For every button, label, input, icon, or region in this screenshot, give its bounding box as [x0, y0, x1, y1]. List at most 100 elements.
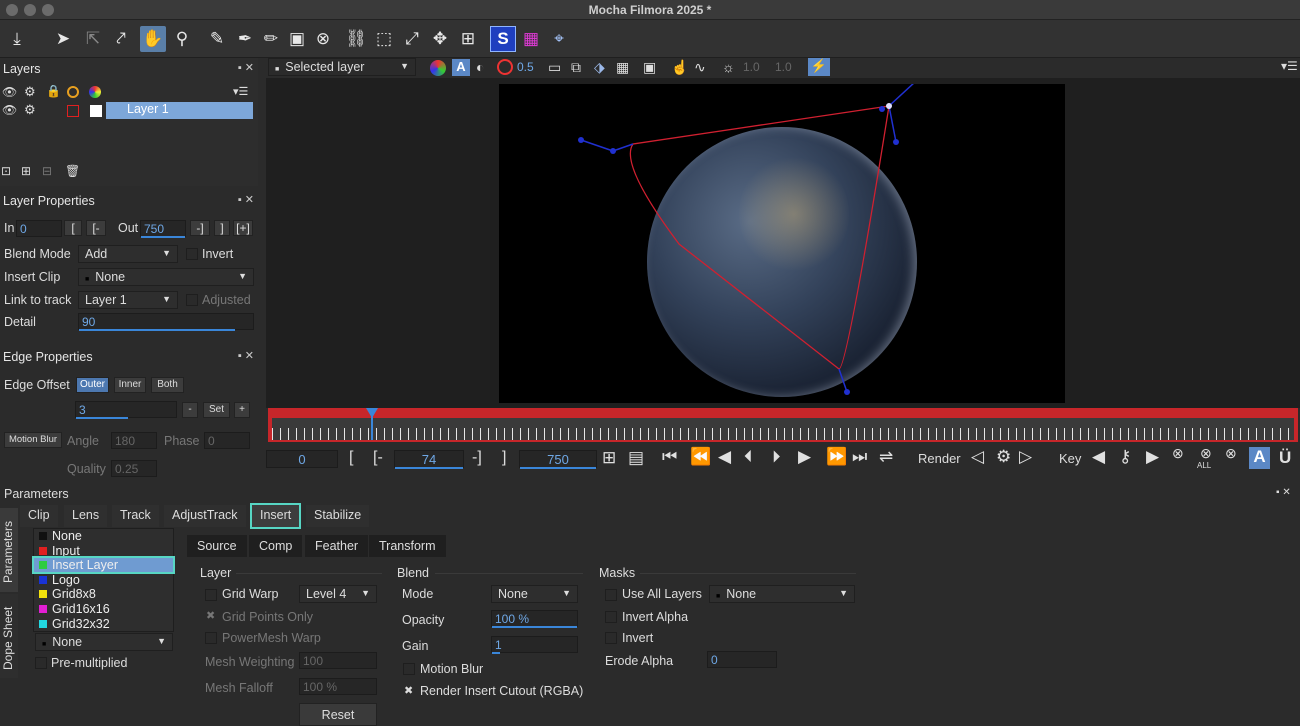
layer-properties-close-icon[interactable]: ▪ ✕: [238, 193, 254, 206]
tab-clip[interactable]: Clip: [20, 505, 58, 527]
step-forward-key-icon[interactable]: ⏩: [826, 447, 847, 467]
step-backward-icon[interactable]: ⏴: [744, 447, 753, 467]
transform-icon[interactable]: ⬚: [371, 26, 397, 52]
fit-view-icon[interactable]: ⌖: [546, 26, 572, 52]
tab-track[interactable]: Track: [112, 505, 159, 527]
quality-field[interactable]: 0.25: [111, 460, 157, 477]
phase-field[interactable]: 0: [204, 432, 250, 449]
layer-matte-swatch[interactable]: [90, 105, 102, 117]
subtab-transform[interactable]: Transform: [369, 535, 446, 557]
tracking-spline-overlay[interactable]: [499, 84, 1065, 403]
subtab-feather[interactable]: Feather: [305, 535, 369, 557]
invert-alpha-checkbox[interactable]: [605, 611, 617, 623]
use-all-layers-dropdown[interactable]: ■ None: [709, 585, 855, 603]
edge-offset-set-button[interactable]: Set: [203, 402, 230, 418]
control-point-3[interactable]: [886, 103, 892, 109]
delete-layer-icon[interactable]: 🗑: [65, 164, 80, 178]
next-key-icon[interactable]: ▶: [1146, 447, 1159, 467]
previous-key-icon[interactable]: ◀: [1092, 447, 1105, 467]
adjusted-checkbox[interactable]: [186, 294, 198, 306]
dropdown-item[interactable]: Insert Layer: [32, 556, 175, 575]
link-to-track-dropdown[interactable]: Layer 1: [78, 291, 178, 309]
alpha-channel-icon[interactable]: A: [452, 59, 470, 76]
out-field[interactable]: 750: [140, 220, 186, 238]
track-hand-icon[interactable]: ☝: [671, 59, 688, 76]
play-forward-icon[interactable]: ▶: [798, 447, 811, 467]
dropdown-item[interactable]: Grid8x8: [34, 587, 173, 601]
set-out-bracket-button[interactable]: ]: [214, 220, 230, 236]
current-frame-field[interactable]: 74: [394, 450, 464, 469]
move-icon[interactable]: ✥: [427, 26, 453, 52]
grid-warp-checkbox[interactable]: [205, 589, 217, 601]
delete-all-keys-icon[interactable]: ⊗: [1200, 445, 1212, 462]
set-out-dash-button[interactable]: -]: [190, 220, 210, 236]
go-to-in-point-button[interactable]: [-: [373, 449, 383, 467]
xspline-tool-icon[interactable]: ✎: [204, 26, 230, 52]
set-out-plus-button[interactable]: [+]: [233, 220, 253, 236]
edge-offset-field[interactable]: 3: [75, 401, 177, 419]
erode-alpha-field[interactable]: 0: [707, 651, 777, 668]
mask-opacity-icon[interactable]: [497, 59, 513, 75]
clip-source-dropdown[interactable]: ■ None: [35, 633, 173, 651]
grid-warp-level-dropdown[interactable]: Level 4: [299, 585, 377, 603]
ellipse-tool-icon[interactable]: ⊗: [310, 26, 336, 52]
mask-opacity-value[interactable]: 0.5: [517, 60, 534, 74]
rectangle-tool-icon[interactable]: ▣: [284, 26, 310, 52]
in-field[interactable]: 0: [16, 220, 62, 237]
render-settings-icon[interactable]: ⚙: [996, 447, 1011, 467]
edge-properties-close-icon[interactable]: ▪ ✕: [238, 349, 254, 362]
parameters-panel-controls-icon[interactable]: ▪ ✕: [1276, 487, 1291, 498]
surface-toggle-icon[interactable]: S: [490, 26, 516, 52]
scale-icon[interactable]: ⤢: [399, 26, 425, 52]
set-in-point-button[interactable]: [: [349, 449, 353, 467]
timeline-ruler[interactable]: [272, 418, 1294, 440]
tab-stabilize[interactable]: Stabilize: [306, 505, 370, 527]
layer-color-swatch[interactable]: [67, 105, 79, 117]
auto-key-icon[interactable]: A: [1249, 447, 1270, 469]
subtab-source[interactable]: Source: [187, 535, 247, 557]
side-tab-parameters[interactable]: Parameters: [0, 508, 18, 592]
contrast-value[interactable]: 1.0: [775, 60, 792, 74]
control-point-2[interactable]: [610, 148, 616, 154]
delete-key-icon[interactable]: ⊗: [1172, 445, 1184, 462]
zoom-tool-icon[interactable]: ⚲: [169, 26, 195, 52]
brightness-value[interactable]: 1.0: [743, 60, 760, 74]
panel-menu-icon[interactable]: ▾☰: [1281, 59, 1298, 73]
side-tab-dope-sheet[interactable]: Dope Sheet: [0, 594, 18, 678]
new-layer-group-icon[interactable]: ⊡: [1, 164, 11, 178]
render-forward-icon[interactable]: ▷: [1019, 447, 1032, 467]
brush-tool-icon[interactable]: ✏: [258, 26, 284, 52]
dropdown-item[interactable]: Grid32x32: [34, 617, 173, 631]
blend-motion-blur-checkbox[interactable]: [403, 663, 415, 675]
dropdown-item[interactable]: None: [34, 529, 173, 543]
hand-tool-icon[interactable]: ✋: [140, 26, 166, 52]
edge-offset-minus-button[interactable]: -: [182, 402, 198, 418]
overlay-icon[interactable]: ◐: [476, 59, 484, 75]
color-wheel-icon[interactable]: [89, 86, 101, 98]
tab-adjusttrack[interactable]: AdjustTrack: [164, 505, 246, 527]
dropdown-item[interactable]: Logo: [34, 573, 173, 587]
select-tool-icon[interactable]: ➤: [50, 26, 76, 52]
view-mode-icon[interactable]: ▭: [548, 59, 561, 76]
layer-settings-gear-icon[interactable]: ⚙: [24, 102, 36, 118]
save-download-icon[interactable]: ⤓: [4, 26, 30, 52]
mesh-weighting-field[interactable]: 100: [299, 652, 377, 669]
control-point-1[interactable]: [578, 137, 584, 143]
fit-timeline-icon[interactable]: ▤: [628, 448, 644, 468]
grid-overlay-icon[interactable]: ▦: [616, 59, 629, 76]
add-point-icon[interactable]: ⤤: [108, 26, 134, 52]
powermesh-warp-checkbox[interactable]: [205, 632, 217, 644]
render-backward-icon[interactable]: ◁: [971, 447, 984, 467]
zoom-timeline-icon[interactable]: ⊞: [602, 448, 616, 468]
insert-clip-dropdown[interactable]: ■ None: [78, 268, 254, 286]
step-forward-icon[interactable]: ⏵: [772, 447, 781, 467]
mask-spline-path[interactable]: [629, 105, 890, 370]
go-to-end-icon[interactable]: ⏭: [852, 447, 867, 467]
set-in-dash-button[interactable]: [-: [86, 220, 106, 236]
go-to-out-point-button[interactable]: -]: [472, 449, 482, 467]
color-circle-icon[interactable]: [67, 86, 79, 98]
delete-keys-range-icon[interactable]: ⊗: [1225, 445, 1237, 462]
play-backward-icon[interactable]: ◀: [718, 447, 731, 467]
layer-visibility-eye-icon[interactable]: 👁: [2, 103, 17, 117]
edge-inner-button[interactable]: Inner: [114, 377, 146, 393]
